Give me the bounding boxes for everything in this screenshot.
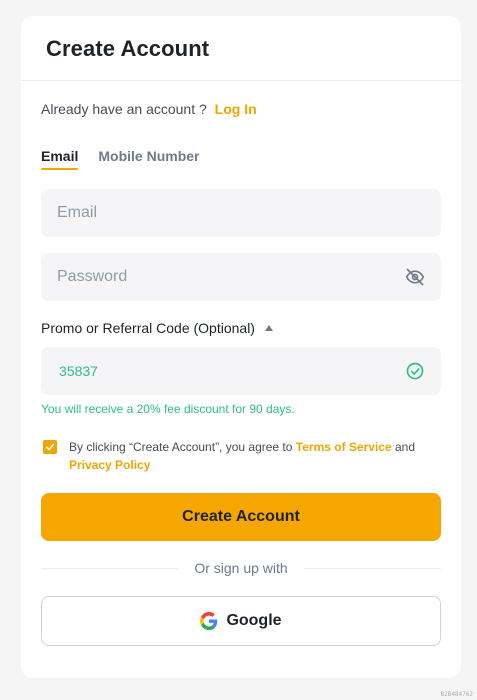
signup-method-tabs: Email Mobile Number: [41, 148, 199, 170]
terms-of-service-link[interactable]: Terms of Service: [296, 440, 392, 454]
caret-up-icon: [264, 325, 273, 331]
divider-line-right: [303, 567, 441, 569]
password-field[interactable]: [57, 253, 405, 301]
promo-code-toggle[interactable]: Promo or Referral Code (Optional): [41, 320, 273, 336]
promo-discount-note: You will receive a 20% fee discount for …: [41, 402, 295, 416]
privacy-policy-link[interactable]: Privacy Policy: [69, 458, 150, 472]
create-account-card: Create Account Already have an account ?…: [21, 16, 461, 678]
create-account-button[interactable]: Create Account: [41, 493, 441, 541]
promo-field-wrapper: [41, 347, 441, 395]
google-signup-button[interactable]: Google: [41, 596, 441, 646]
google-button-label: Google: [226, 612, 282, 629]
corner-watermark: B2B484762: [440, 691, 473, 698]
agreement-prefix: By clicking “Create Account”, you agree …: [69, 440, 293, 454]
check-circle-icon: [405, 361, 425, 381]
agreement-checkbox[interactable]: [43, 440, 57, 454]
login-prompt: Already have an account ? Log In: [41, 101, 257, 117]
email-field-wrapper: [41, 189, 441, 237]
promo-code-label: Promo or Referral Code (Optional): [41, 320, 255, 336]
agreement-row: By clicking “Create Account”, you agree …: [43, 438, 433, 474]
divider-text: Or sign up with: [194, 560, 288, 576]
page-title: Create Account: [46, 36, 210, 61]
social-divider: Or sign up with: [41, 560, 441, 576]
password-field-wrapper: [41, 253, 441, 301]
eye-off-icon[interactable]: [405, 267, 425, 287]
divider-line-left: [41, 567, 179, 569]
tab-mobile-number[interactable]: Mobile Number: [98, 148, 199, 170]
card-header: Create Account: [21, 16, 461, 81]
email-field[interactable]: [57, 189, 425, 237]
tab-email[interactable]: Email: [41, 148, 79, 170]
promo-code-input[interactable]: [57, 347, 405, 395]
agreement-conjunction: and: [394, 440, 415, 454]
login-link[interactable]: Log In: [215, 101, 257, 117]
login-prompt-text: Already have an account ?: [41, 101, 207, 117]
google-icon: [200, 612, 218, 630]
agreement-text: By clicking “Create Account”, you agree …: [69, 438, 415, 474]
